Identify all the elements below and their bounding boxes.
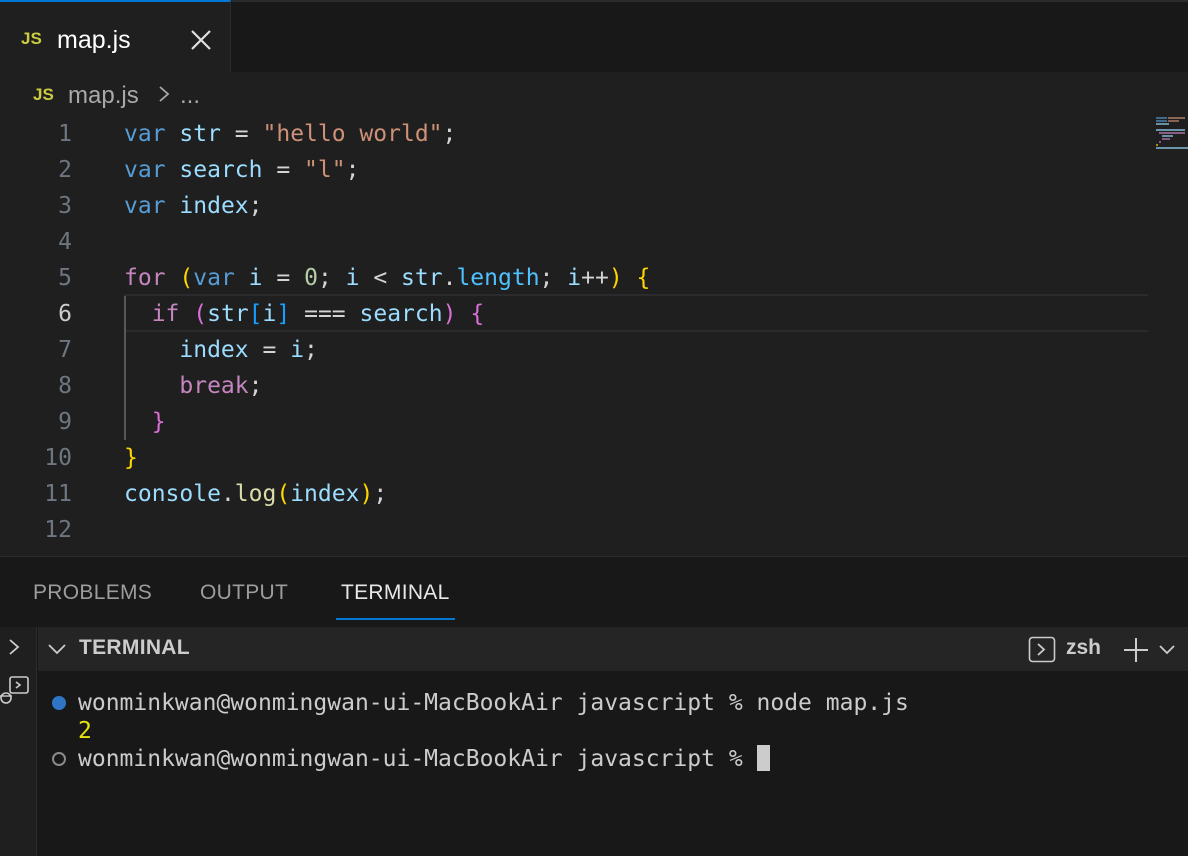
terminal-line-command: wonminkwan@wonmingwan-ui-MacBookAir java… [78,690,909,716]
terminal-header: TERMINAL zsh [38,627,1188,671]
command-pending-decoration[interactable] [52,752,66,766]
plus-icon[interactable] [1122,636,1150,664]
tab-filename: map.js [57,26,131,54]
code-line[interactable]: 2 var search = "l"; [0,152,1150,188]
code-text: break; [179,373,263,399]
line-number: 6 [58,301,72,327]
active-tab-indicator [336,618,455,620]
line-number: 3 [58,193,72,219]
code-text: if (str[i] === search) { [151,301,485,327]
code-line[interactable]: 12 [0,512,1150,548]
command-success-decoration[interactable] [52,696,66,710]
code-text: var search = "l"; [124,157,360,183]
code-editor[interactable]: 1 var str = "hello world"; 2 var search = "… [0,116,1188,556]
line-number: 12 [44,517,72,543]
terminal-line-prompt: wonminkwan@wonmingwan-ui-MacBookAir java… [78,745,770,773]
line-number: 11 [44,481,72,507]
code-text: index = i; [179,337,318,363]
code-text: console.log(index); [124,481,388,507]
terminal-output[interactable]: wonminkwan@wonmingwan-ui-MacBookAir java… [38,671,1188,856]
line-number: 5 [58,265,72,291]
breadcrumb-symbols[interactable]: ... [180,82,200,110]
line-number: 7 [58,337,72,363]
code-text: for (var i = 0; i < str.length; i++) { [124,265,651,291]
code-line[interactable]: 4 [0,224,1150,260]
terminal-cursor [756,745,770,771]
minimap[interactable] [1155,116,1188,162]
line-number: 8 [58,373,72,399]
line-number: 1 [58,121,72,147]
shell-name[interactable]: zsh [1066,636,1101,660]
code-line[interactable]: 7 index = i; [0,332,1150,368]
code-line[interactable]: 3 var index; [0,188,1150,224]
chevron-right-icon [159,86,170,102]
code-line[interactable]: 9 } [0,404,1150,440]
code-line[interactable]: 8 break; [0,368,1150,404]
code-line[interactable]: 6 if (str[i] === search) { [0,296,1150,332]
line-number: 2 [58,157,72,183]
line-number: 9 [58,409,72,435]
breadcrumb: JS map.js ... [0,72,1188,116]
js-file-icon: JS [21,29,42,48]
line-number: 4 [58,229,72,255]
code-text: } [124,445,138,471]
code-line[interactable]: 1 var str = "hello world"; [0,116,1150,152]
chevron-down-icon[interactable] [47,641,67,657]
tab-problems[interactable]: PROBLEMS [33,581,152,605]
code-line[interactable]: 5 for (var i = 0; i < str.length; i++) { [0,260,1150,296]
chevron-right-icon[interactable] [6,637,22,657]
tab-bar: JS map.js [0,0,1188,72]
tab-terminal[interactable]: TERMINAL [341,581,450,605]
close-icon[interactable] [189,28,213,52]
code-text: } [151,409,166,435]
chevron-down-icon[interactable] [1158,641,1176,657]
bottom-panel: PROBLEMS OUTPUT TERMINAL TERMINAL zsh wo… [0,556,1188,856]
editor-tab-map-js[interactable]: JS map.js [0,0,231,72]
terminal-prompt-text: wonminkwan@wonmingwan-ui-MacBookAir java… [78,746,757,772]
terminal-section-title[interactable]: TERMINAL [79,636,190,660]
terminal-icon[interactable] [1028,636,1056,663]
debug-console-icon[interactable] [0,675,32,707]
js-file-icon: JS [33,85,54,104]
breadcrumb-file[interactable]: map.js [68,82,139,110]
code-text: var index; [124,193,263,219]
code-line[interactable]: 11 console.log(index); [0,476,1150,512]
terminal-side-strip [0,627,37,856]
tab-output[interactable]: OUTPUT [200,581,288,605]
line-number: 10 [44,445,72,471]
terminal-line-output: 2 [78,718,92,744]
code-text: var str = "hello world"; [124,121,457,147]
code-line[interactable]: 10} [0,440,1150,476]
